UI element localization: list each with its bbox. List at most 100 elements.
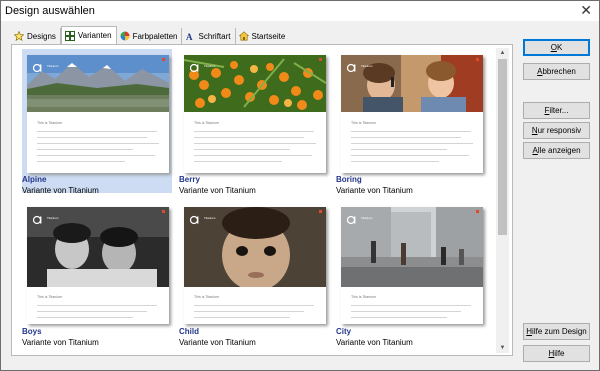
variant-subtitle: Variante von Titanium bbox=[179, 186, 256, 195]
logo-icon bbox=[33, 215, 42, 225]
text-line bbox=[194, 161, 282, 162]
thumbnail-doc-title: This is Titanium bbox=[37, 121, 62, 125]
text-line bbox=[351, 137, 461, 138]
text-line bbox=[37, 137, 147, 138]
text-line bbox=[194, 137, 304, 138]
home-icon bbox=[238, 31, 249, 41]
variant-item-boring[interactable]: Titanium This is Titanium Boring Variant… bbox=[336, 49, 486, 195]
variant-name: Boys bbox=[22, 327, 42, 336]
logo-icon bbox=[347, 63, 356, 73]
variant-name: Alpine bbox=[22, 175, 47, 184]
corner-mark bbox=[319, 58, 322, 61]
variant-name: Child bbox=[179, 327, 199, 336]
tab-label: Designs bbox=[27, 31, 56, 41]
corner-mark bbox=[476, 210, 479, 213]
close-icon[interactable]: ✕ bbox=[580, 2, 592, 18]
corner-mark bbox=[162, 210, 165, 213]
tab-farbpaletten[interactable]: Farbpaletten bbox=[116, 28, 183, 44]
logo-text: Titanium bbox=[47, 216, 59, 220]
logo-icon bbox=[347, 215, 356, 225]
text-line bbox=[37, 143, 159, 144]
logo-text: Titanium bbox=[204, 64, 216, 68]
variant-thumbnail: Titanium This is Titanium bbox=[27, 55, 169, 173]
logo-icon bbox=[190, 63, 199, 73]
title-bar: Design auswählen ✕ bbox=[1, 1, 599, 21]
text-line bbox=[37, 149, 133, 150]
thumbnail-doc-title: This is Titanium bbox=[194, 295, 219, 299]
scrollbar-thumb[interactable] bbox=[498, 59, 507, 235]
text-line bbox=[351, 155, 469, 156]
logo-text: Titanium bbox=[204, 216, 216, 220]
variant-thumbnail: Titanium This is Titanium bbox=[184, 55, 326, 173]
variant-thumbnail: Titanium This is Titanium bbox=[27, 207, 169, 324]
variant-thumbnail: Titanium This is Titanium bbox=[184, 207, 326, 324]
text-line bbox=[194, 317, 290, 318]
tab-varianten[interactable]: Varianten bbox=[60, 26, 117, 44]
variant-gallery: Titanium This is Titanium Alpine Variant… bbox=[15, 48, 499, 353]
thumbnail-doc-title: This is Titanium bbox=[37, 295, 62, 299]
variant-subtitle: Variante von Titanium bbox=[22, 186, 99, 195]
scroll-up-icon[interactable]: ▲ bbox=[496, 48, 509, 58]
text-line bbox=[194, 143, 316, 144]
tab-label: Startseite bbox=[251, 31, 286, 41]
logo-text: Titanium bbox=[361, 64, 373, 68]
ok-button[interactable]: OK bbox=[523, 39, 590, 56]
logo-icon bbox=[190, 215, 199, 225]
text-line bbox=[194, 311, 304, 312]
grid-icon bbox=[64, 30, 75, 41]
responsive-only-button[interactable]: Nur responsiv bbox=[523, 122, 590, 139]
variant-subtitle: Variante von Titanium bbox=[22, 338, 99, 347]
logo-text: Titanium bbox=[361, 216, 373, 220]
corner-mark bbox=[476, 58, 479, 61]
text-line bbox=[37, 311, 147, 312]
variant-item-berry[interactable]: Titanium This is Titanium Berry Variante… bbox=[179, 49, 329, 195]
variant-item-alpine[interactable]: Titanium This is Titanium Alpine Variant… bbox=[22, 49, 172, 195]
variant-subtitle: Variante von Titanium bbox=[336, 186, 413, 195]
text-line bbox=[194, 149, 290, 150]
text-line bbox=[351, 149, 447, 150]
thumbnail-doc-title: This is Titanium bbox=[194, 121, 219, 125]
help-button[interactable]: Hilfe bbox=[523, 345, 590, 362]
scroll-down-icon[interactable]: ▼ bbox=[496, 343, 509, 353]
text-line bbox=[351, 311, 461, 312]
tab-label: Farbpaletten bbox=[132, 31, 178, 41]
design-help-button[interactable]: Hilfe zum Design bbox=[523, 323, 590, 340]
text-line bbox=[37, 317, 133, 318]
design-dialog: Design auswählen ✕ Designs Varianten Far… bbox=[0, 0, 600, 371]
svg-text:A: A bbox=[186, 32, 193, 41]
tab-strip: Designs Varianten Farbpaletten A Schrift… bbox=[11, 26, 290, 44]
text-line bbox=[37, 161, 125, 162]
thumbnail-doc-title: This is Titanium bbox=[351, 121, 376, 125]
tab-label: Varianten bbox=[77, 31, 112, 40]
variant-item-child[interactable]: Titanium This is Titanium Child Variante… bbox=[179, 201, 329, 347]
variant-item-city[interactable]: Titanium This is Titanium City Variante … bbox=[336, 201, 486, 347]
cancel-button[interactable]: Abbrechen bbox=[523, 63, 590, 80]
font-icon: A bbox=[186, 32, 193, 41]
window-title: Design auswählen bbox=[5, 5, 95, 17]
show-all-button[interactable]: Alle anzeigen bbox=[523, 142, 590, 159]
tab-startseite[interactable]: Startseite bbox=[235, 28, 290, 44]
tab-designs[interactable]: Designs bbox=[11, 28, 61, 44]
logo-text: Titanium bbox=[47, 64, 59, 68]
variant-name: Boring bbox=[336, 175, 362, 184]
text-line bbox=[351, 131, 471, 132]
variant-item-boys[interactable]: Titanium This is Titanium Boys Variante … bbox=[22, 201, 172, 347]
gallery-scrollbar[interactable]: ▲ ▼ bbox=[496, 48, 509, 353]
corner-mark bbox=[162, 58, 165, 61]
text-line bbox=[194, 155, 312, 156]
corner-mark bbox=[319, 210, 322, 213]
variant-thumbnail: Titanium This is Titanium bbox=[341, 207, 483, 324]
variant-subtitle: Variante von Titanium bbox=[336, 338, 413, 347]
text-line bbox=[37, 131, 157, 132]
star-icon bbox=[14, 31, 24, 41]
logo-icon bbox=[33, 63, 42, 73]
text-line bbox=[194, 131, 314, 132]
variant-name: Berry bbox=[179, 175, 200, 184]
tab-schriftart[interactable]: A Schriftart bbox=[182, 28, 236, 44]
filter-button[interactable]: Filter... bbox=[523, 102, 590, 119]
text-line bbox=[194, 305, 314, 306]
variant-name: City bbox=[336, 327, 352, 336]
color-wheel-icon bbox=[120, 31, 130, 41]
text-line bbox=[351, 143, 473, 144]
text-line bbox=[37, 155, 155, 156]
